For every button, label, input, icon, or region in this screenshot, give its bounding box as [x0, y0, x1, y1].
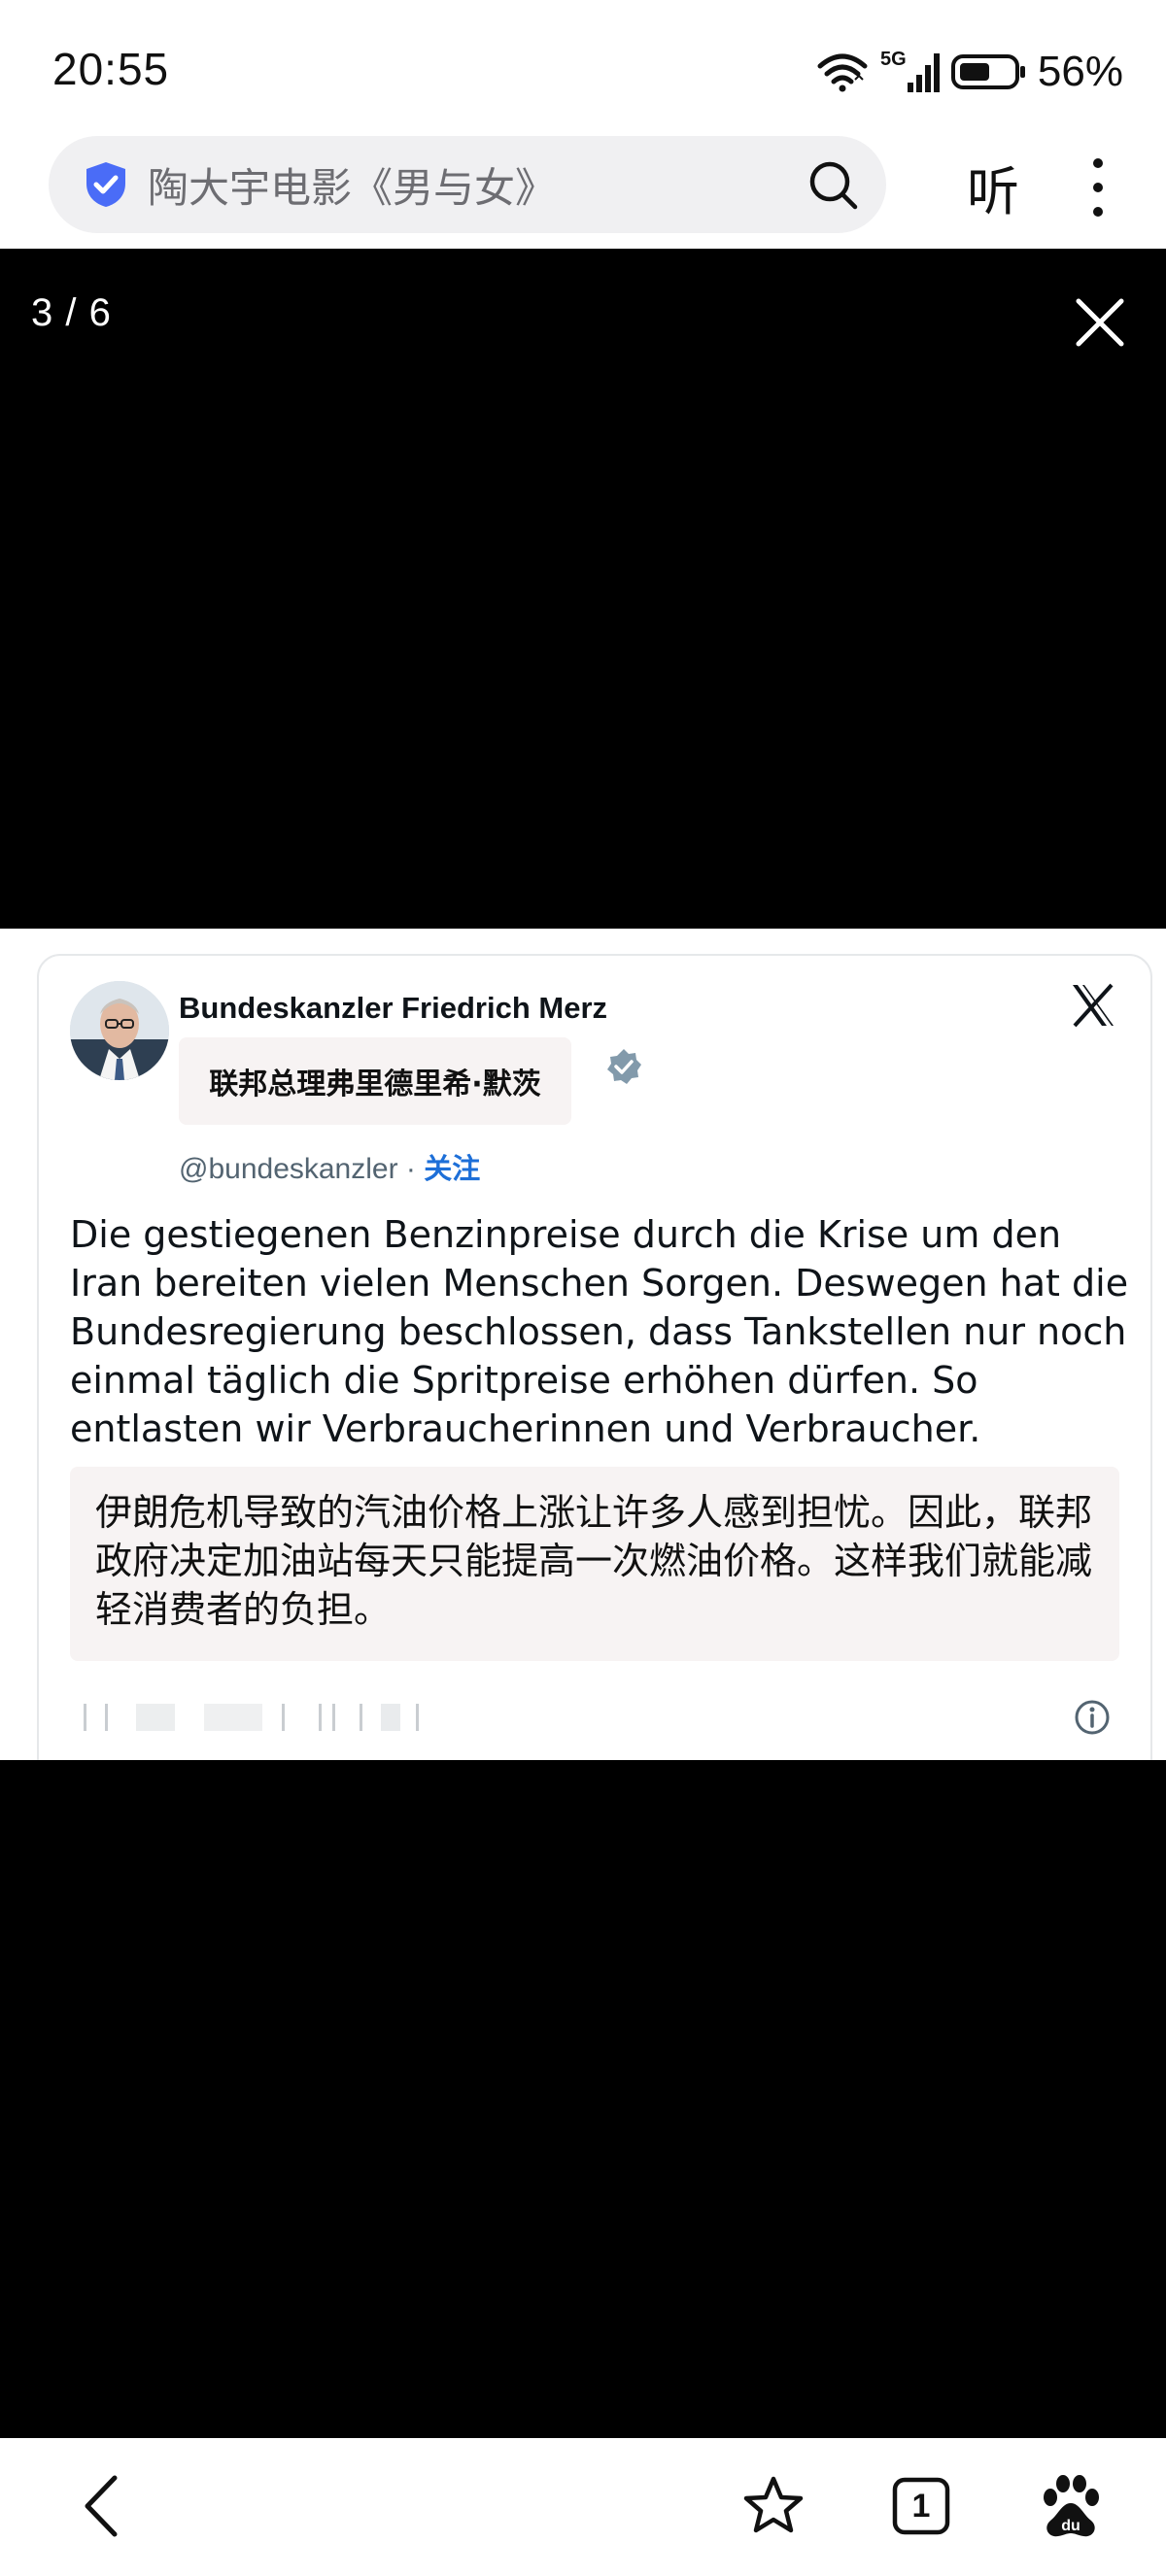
back-button[interactable] [64, 2467, 142, 2545]
wifi-icon [817, 53, 868, 92]
signal-icon: 5G [880, 49, 940, 92]
browser-toolbar: 陶大宇电影《男与女》 听 [0, 136, 1166, 249]
info-icon[interactable] [1073, 1698, 1112, 1737]
image-viewer[interactable]: 3 / 6 Bundeskanzler Friedrich Merz 联邦总理弗… [0, 249, 1166, 2438]
bottom-navigation: 1 du [0, 2438, 1166, 2576]
follow-link[interactable]: 关注 [424, 1152, 480, 1185]
image-counter: 3 / 6 [31, 291, 112, 334]
tabs-button[interactable]: 1 [882, 2467, 960, 2545]
battery-icon [950, 54, 1025, 89]
screen: 20:55 5G 56% 陶大宇电影《男与女》 听 3 / 6 Bundeska… [0, 0, 1166, 2576]
tweet-image[interactable]: Bundeskanzler Friedrich Merz 联邦总理弗里德里希·默… [0, 929, 1166, 1760]
tweet-card: Bundeskanzler Friedrich Merz 联邦总理弗里德里希·默… [37, 954, 1152, 1760]
star-icon [743, 2476, 804, 2533]
status-bar: 20:55 5G 56% [0, 0, 1166, 136]
close-icon[interactable] [1069, 291, 1131, 354]
listen-button[interactable]: 听 [952, 146, 1034, 227]
author-handle: @bundeskanzler [179, 1153, 398, 1185]
baidu-home-button[interactable]: du [1032, 2467, 1110, 2545]
back-arrow-icon [85, 2475, 118, 2537]
network-label: 5G [880, 49, 907, 70]
svg-text:du: du [1061, 2518, 1080, 2534]
handle-separator: · [397, 1153, 425, 1185]
search-icon[interactable] [806, 158, 859, 211]
shield-check-icon [86, 162, 125, 207]
status-icons: 5G 56% [816, 43, 1123, 101]
address-bar[interactable]: 陶大宇电影《男与女》 [49, 136, 886, 233]
battery-percent: 56% [1037, 48, 1123, 95]
tab-count: 1 [911, 2487, 931, 2525]
verified-badge-icon [607, 1049, 641, 1084]
avatar [70, 981, 169, 1080]
author-name-translation: 联邦总理弗里德里希·默茨 [179, 1037, 571, 1125]
tweet-text: Die gestiegenen Benzinpreise durch die K… [70, 1213, 1129, 1450]
x-logo-icon[interactable] [1069, 981, 1117, 1030]
handle-line: @bundeskanzler · 关注 [179, 1146, 480, 1187]
author-name: Bundeskanzler Friedrich Merz [179, 991, 608, 1025]
bookmark-button[interactable] [735, 2467, 812, 2545]
tweet-translation: 伊朗危机导致的汽油价格上涨让许多人感到担忧。因此，联邦政府决定加油站每天只能提高… [70, 1467, 1119, 1661]
search-query-text[interactable]: 陶大宇电影《男与女》 [148, 155, 806, 215]
more-vertical-icon[interactable] [1079, 153, 1117, 221]
blurred-timestamp [78, 1704, 428, 1731]
baidu-paw-icon: du [1044, 2475, 1099, 2537]
status-time: 20:55 [52, 44, 170, 94]
